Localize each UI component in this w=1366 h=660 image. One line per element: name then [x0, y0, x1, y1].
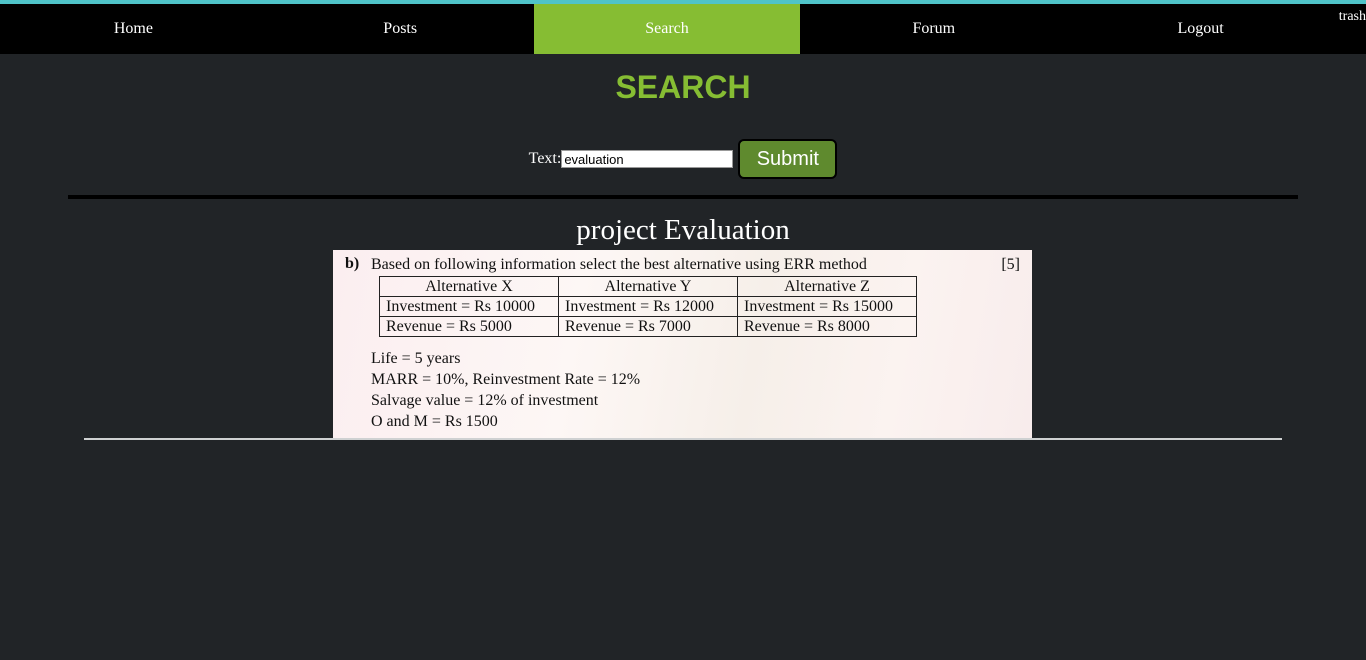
page-title: SEARCH — [615, 69, 751, 105]
divider — [68, 195, 1298, 199]
table-cell: Investment = Rs 12000 — [558, 296, 738, 317]
question-details: Life = 5 years MARR = 10%, Reinvestment … — [371, 348, 640, 432]
result-divider — [84, 438, 1282, 440]
username-label: trash — [1338, 9, 1366, 24]
search-input[interactable] — [561, 150, 734, 168]
nav-search[interactable]: Search — [533, 4, 801, 54]
alternatives-table: Alternative X Alternative Y Alternative … — [379, 276, 917, 337]
submit-button[interactable]: Submit — [738, 139, 838, 179]
nav-forum[interactable]: Forum — [800, 4, 1067, 54]
table-row: Investment = Rs 10000 Investment = Rs 12… — [379, 296, 917, 317]
table-header: Alternative Y — [558, 276, 738, 297]
nav-posts[interactable]: Posts — [267, 4, 534, 54]
table-cell: Investment = Rs 15000 — [737, 296, 917, 317]
table-header: Alternative Z — [737, 276, 917, 297]
table-cell: Investment = Rs 10000 — [379, 296, 559, 317]
detail-line: O and M = Rs 1500 — [371, 413, 498, 430]
user-area: trash — [1334, 4, 1366, 54]
question-label: b) — [345, 255, 360, 272]
table-cell: Revenue = Rs 7000 — [558, 316, 738, 337]
detail-line: Life = 5 years — [371, 350, 461, 367]
result-title: project Evaluation — [576, 214, 790, 246]
table-header-row: Alternative X Alternative Y Alternative … — [379, 276, 917, 297]
result-image: b) Based on following information select… — [333, 250, 1032, 438]
question-marks: [5] — [1001, 256, 1020, 273]
table-row: Revenue = Rs 5000 Revenue = Rs 7000 Reve… — [379, 316, 917, 337]
detail-line: Salvage value = 12% of investment — [371, 392, 599, 409]
navbar: Home Posts Search Forum Logout — [0, 4, 1334, 54]
detail-line: MARR = 10%, Reinvestment Rate = 12% — [371, 371, 641, 388]
search-form: Text: Submit — [0, 139, 1366, 179]
search-label: Text: — [528, 150, 562, 167]
nav-home[interactable]: Home — [0, 4, 267, 54]
table-header: Alternative X — [379, 276, 559, 297]
nav-logout[interactable]: Logout — [1067, 4, 1334, 54]
question-text: Based on following information select th… — [371, 256, 867, 273]
table-cell: Revenue = Rs 8000 — [737, 316, 917, 337]
table-cell: Revenue = Rs 5000 — [379, 316, 559, 337]
